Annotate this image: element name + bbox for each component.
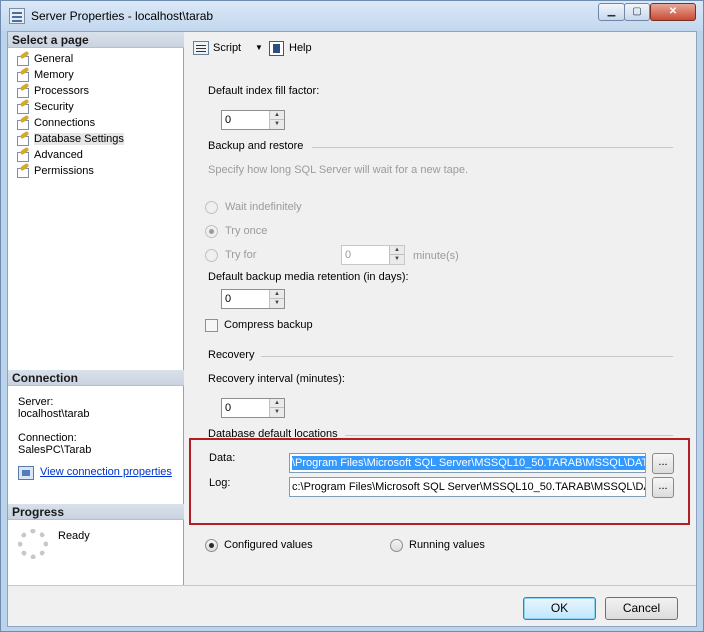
spin-down-icon[interactable]: ▼ <box>270 299 284 308</box>
script-icon <box>193 41 209 55</box>
backup-description: Specify how long SQL Server will wait fo… <box>208 164 469 176</box>
connection-header: Connection <box>8 370 184 386</box>
close-button[interactable]: ✕ <box>650 3 696 21</box>
wrench-icon <box>16 69 30 82</box>
configured-values-radio[interactable] <box>205 539 218 552</box>
highlight-annotation-box <box>189 438 690 525</box>
group-divider <box>261 356 673 357</box>
window-title: Server Properties - localhost\tarab <box>31 9 214 23</box>
wrench-icon <box>16 101 30 114</box>
fill-factor-spinner[interactable]: 0 ▲ ▼ <box>221 110 285 130</box>
help-button[interactable]: Help <box>269 41 312 56</box>
spin-up-icon[interactable]: ▲ <box>270 290 284 299</box>
help-icon <box>269 41 284 56</box>
spin-up-icon[interactable]: ▲ <box>270 111 284 120</box>
compress-backup-checkbox[interactable] <box>205 319 218 332</box>
connection-value: SalesPC\Tarab <box>18 444 92 456</box>
spin-up-icon[interactable]: ▲ <box>270 399 284 408</box>
page-item-general[interactable]: General <box>14 51 124 67</box>
minutes-unit: minute(s) <box>413 250 459 262</box>
retention-label: Default backup media retention (in days)… <box>208 271 409 283</box>
spin-down-icon[interactable]: ▼ <box>270 408 284 417</box>
app-icon <box>9 8 25 24</box>
left-pane: Select a page General Memory Processors … <box>8 32 184 585</box>
spin-down-icon[interactable]: ▼ <box>390 255 404 264</box>
dialog-client: Select a page General Memory Processors … <box>7 31 697 627</box>
spin-down-icon[interactable]: ▼ <box>270 120 284 129</box>
retention-spinner[interactable]: 0 ▲ ▼ <box>221 289 285 309</box>
spin-up-icon[interactable]: ▲ <box>390 246 404 255</box>
wrench-icon <box>16 149 30 162</box>
wait-indefinitely-label: Wait indefinitely <box>225 201 302 213</box>
server-properties-window: Server Properties - localhost\tarab ▁ ▢ … <box>0 0 704 632</box>
page-list: General Memory Processors Security Conne… <box>14 51 124 179</box>
wrench-icon <box>16 133 30 146</box>
page-item-processors[interactable]: Processors <box>14 83 124 99</box>
page-item-connections[interactable]: Connections <box>14 115 124 131</box>
page-item-security[interactable]: Security <box>14 99 124 115</box>
wrench-icon <box>16 165 30 178</box>
select-page-header: Select a page <box>8 32 184 48</box>
view-connection-link[interactable]: View connection properties <box>18 466 172 482</box>
running-values-radio[interactable] <box>390 539 403 552</box>
wrench-icon <box>16 53 30 66</box>
recovery-interval-spinner[interactable]: 0 ▲ ▼ <box>221 398 285 418</box>
server-value: localhost\tarab <box>18 408 90 420</box>
group-divider <box>312 147 673 148</box>
toolbar: Script ▼ Help <box>185 32 696 66</box>
page-item-memory[interactable]: Memory <box>14 67 124 83</box>
server-label: Server: <box>18 396 54 408</box>
try-once-label: Try once <box>225 225 268 237</box>
progress-header: Progress <box>8 504 184 520</box>
fill-factor-label: Default index fill factor: <box>208 85 320 97</box>
page-item-database-settings[interactable]: Database Settings <box>14 131 124 147</box>
group-divider <box>345 435 673 436</box>
progress-status: Ready <box>58 530 90 542</box>
footer-divider <box>8 585 696 586</box>
progress-spinner-icon <box>18 529 48 559</box>
running-values-label: Running values <box>409 539 485 551</box>
wrench-icon <box>16 117 30 130</box>
backup-group-title: Backup and restore <box>208 140 304 152</box>
title-bar[interactable]: Server Properties - localhost\tarab ▁ ▢ … <box>1 1 703 31</box>
maximize-button[interactable]: ▢ <box>624 3 650 21</box>
configured-values-label: Configured values <box>224 539 313 551</box>
page-item-advanced[interactable]: Advanced <box>14 147 124 163</box>
compress-backup-label: Compress backup <box>224 319 313 331</box>
try-for-label: Try for <box>225 249 257 261</box>
try-once-radio[interactable] <box>205 225 218 238</box>
try-for-radio[interactable] <box>205 249 218 262</box>
recovery-group-title: Recovery <box>208 349 255 361</box>
ok-button[interactable]: OK <box>523 597 596 620</box>
chevron-down-icon[interactable]: ▼ <box>255 41 263 55</box>
wrench-icon <box>16 85 30 98</box>
wait-indefinitely-radio[interactable] <box>205 201 218 214</box>
try-for-spinner[interactable]: 0 ▲ ▼ <box>341 245 405 265</box>
connection-label: Connection: <box>18 432 77 444</box>
script-button[interactable]: Script ▼ <box>193 41 265 55</box>
cancel-button[interactable]: Cancel <box>605 597 678 620</box>
recovery-interval-label: Recovery interval (minutes): <box>208 373 345 385</box>
page-item-permissions[interactable]: Permissions <box>14 163 124 179</box>
minimize-button[interactable]: ▁ <box>598 3 625 21</box>
connection-properties-icon <box>18 466 34 480</box>
